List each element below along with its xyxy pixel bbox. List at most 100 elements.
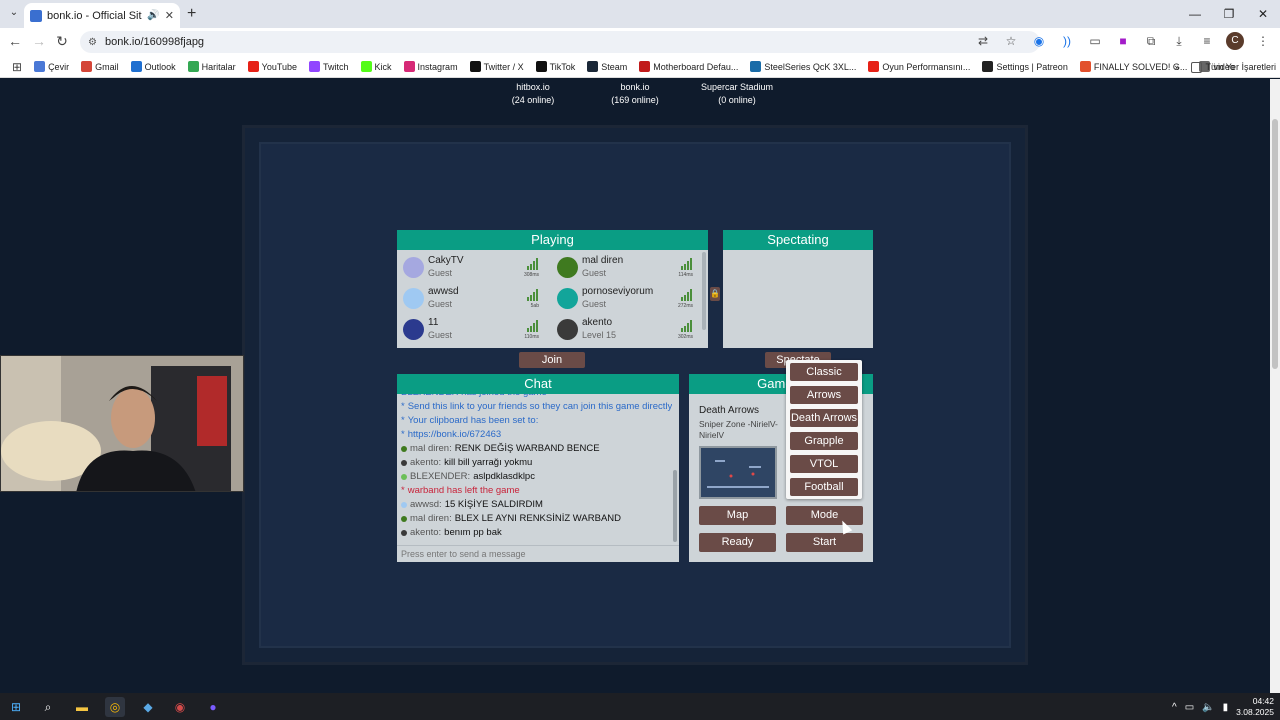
chat-text: RENK DEĞİŞ WARBAND BENCE — [454, 443, 600, 454]
bookmark-item[interactable]: Instagram — [400, 57, 462, 77]
player-ping: 302ms — [677, 334, 693, 340]
bookmark-item[interactable]: Steam — [583, 57, 631, 77]
player-entry[interactable]: mal diren Guest 114ms — [551, 252, 701, 282]
mode-option-classic[interactable]: Classic — [790, 363, 858, 381]
browser-tab[interactable]: bonk.io - Official Site: Play I 🔊 ✕ — [24, 3, 180, 28]
translate-icon[interactable]: ⇄ — [974, 32, 992, 50]
profile-avatar[interactable]: C — [1226, 32, 1244, 50]
close-window-button[interactable]: ✕ — [1246, 0, 1280, 28]
app-icon-2[interactable]: ● — [203, 697, 223, 717]
server-hitbox[interactable]: hitbox.io (24 online) — [503, 81, 563, 107]
search-icon[interactable]: ⌕ — [38, 697, 58, 717]
bookmark-item[interactable]: YouTube — [244, 57, 301, 77]
chat-text: kill bill yarrağı yokmu — [444, 457, 533, 468]
player-list-scrollbar[interactable] — [702, 252, 706, 330]
bookmark-item[interactable]: Oyun Performansını... — [864, 57, 974, 77]
tab-search-icon[interactable]: ⌄ — [6, 5, 22, 21]
windows-start-icon[interactable]: ⊞ — [6, 697, 26, 717]
new-tab-button[interactable]: + — [187, 5, 196, 23]
extension-icon[interactable]: ◉ — [1030, 32, 1048, 50]
bookmark-item[interactable]: Outlook — [127, 57, 180, 77]
player-level: Guest — [428, 330, 453, 340]
site-info-icon[interactable]: ⚙ — [88, 37, 97, 48]
clock[interactable]: 04:42 3.08.2025 — [1236, 696, 1274, 718]
player-avatar — [403, 288, 424, 309]
player-ping: 110ms — [524, 334, 539, 340]
extension-icon[interactable]: ▭ — [1086, 32, 1104, 50]
bookmarks-more-button[interactable]: » — [1170, 57, 1183, 77]
app-icon[interactable]: ◆ — [138, 697, 158, 717]
chat-text: Send this link to your friends so they c… — [407, 401, 672, 412]
chat-input[interactable]: Press enter to send a message — [397, 545, 679, 562]
download-icon[interactable]: ⤓ — [1170, 32, 1188, 50]
forward-icon[interactable]: → — [30, 33, 48, 49]
player-color-dot — [401, 516, 407, 522]
bookmark-item[interactable]: Settings | Patreon — [978, 57, 1071, 77]
player-entry[interactable]: 11 Guest 110ms — [397, 314, 547, 344]
join-button[interactable]: Join — [519, 352, 585, 368]
battery-icon[interactable]: ▮ — [1223, 702, 1229, 713]
close-tab-icon[interactable]: ✕ — [165, 9, 174, 22]
bookmark-item[interactable]: Gmail — [77, 57, 123, 77]
obs-icon[interactable]: ◉ — [170, 697, 190, 717]
address-bar[interactable]: ⚙ bonk.io/160998fjapg — [80, 31, 1040, 53]
speaker-icon[interactable]: 🔊 — [147, 10, 159, 21]
extension-icon[interactable]: )) — [1058, 32, 1076, 50]
signal-icon — [527, 289, 539, 301]
server-list: hitbox.io (24 online) bonk.io (169 onlin… — [0, 79, 1270, 109]
player-color-dot — [401, 446, 407, 452]
bookmark-item[interactable]: Motherboard Defau... — [635, 57, 742, 77]
mode-option-death-arrows[interactable]: Death Arrows — [790, 409, 858, 427]
server-supercar[interactable]: Supercar Stadium (0 online) — [697, 81, 777, 107]
bookmark-favicon-icon — [868, 61, 880, 72]
back-icon[interactable]: ← — [6, 33, 24, 49]
page-scrollbar-thumb[interactable] — [1272, 119, 1278, 369]
bookmark-item[interactable]: TikTok — [532, 57, 580, 77]
server-bonk[interactable]: bonk.io (169 online) — [600, 81, 670, 107]
bookmark-item[interactable]: Twitch — [305, 57, 353, 77]
lock-icon[interactable]: 🔒 — [710, 287, 720, 301]
player-entry[interactable]: akento Level 15 302ms — [551, 314, 701, 344]
mode-button[interactable]: Mode — [786, 506, 863, 525]
extension-icon[interactable]: ■ — [1114, 32, 1132, 50]
menu-kebab-icon[interactable]: ⋮ — [1254, 32, 1272, 50]
playing-panel: Playing CakyTV Guest 308ms mal diren Guest 11… — [397, 230, 708, 348]
bookmark-star-icon[interactable]: ☆ — [1002, 32, 1020, 50]
apps-grid-icon[interactable]: ⊞ — [8, 57, 26, 77]
mode-option-grapple[interactable]: Grapple — [790, 432, 858, 450]
mode-option-vtol[interactable]: VTOL — [790, 455, 858, 473]
bookmark-item[interactable]: Haritalar — [184, 57, 240, 77]
ready-button[interactable]: Ready — [699, 533, 776, 552]
map-button[interactable]: Map — [699, 506, 776, 525]
bookmark-item[interactable]: SteelSeries QcK 3XL... — [746, 57, 860, 77]
player-entry[interactable]: awwsd Guest 5ab — [397, 283, 547, 313]
bookmark-favicon-icon — [187, 61, 199, 72]
file-explorer-icon[interactable]: ▬ — [72, 697, 92, 717]
chat-scrollbar[interactable] — [673, 470, 677, 542]
reload-icon[interactable]: ↻ — [53, 33, 71, 50]
mode-option-football[interactable]: Football — [790, 478, 858, 496]
chrome-icon[interactable]: ◎ — [105, 697, 125, 717]
player-avatar — [557, 288, 578, 309]
all-bookmarks-folder[interactable]: Tüm Yer İşaretleri — [1187, 57, 1280, 77]
tray-chevron-icon[interactable]: ^ — [1172, 702, 1177, 713]
start-button[interactable]: Start — [786, 533, 863, 552]
bookmark-item[interactable]: Twitter / X — [466, 57, 528, 77]
bookmark-item[interactable]: Kick — [357, 57, 396, 77]
page-scrollbar[interactable] — [1270, 79, 1280, 693]
volume-icon[interactable]: 🔈 — [1202, 702, 1214, 713]
media-icon[interactable]: ≡ — [1198, 32, 1216, 50]
player-entry[interactable]: pornoseviyorum Guest 272ms — [551, 283, 701, 313]
network-icon[interactable]: ▭ — [1185, 702, 1194, 713]
map-preview[interactable] — [699, 446, 777, 499]
chat-author: awwsd: — [410, 499, 442, 510]
mode-option-arrows[interactable]: Arrows — [790, 386, 858, 404]
extensions-puzzle-icon[interactable]: ⧉ — [1142, 32, 1160, 50]
signal-icon — [681, 258, 693, 270]
bookmark-item[interactable]: Çevir — [30, 57, 73, 77]
bookmark-favicon-icon — [309, 61, 321, 72]
minimize-button[interactable]: — — [1178, 0, 1212, 28]
player-entry[interactable]: CakyTV Guest 308ms — [397, 252, 547, 282]
restore-button[interactable]: ❐ — [1212, 0, 1246, 28]
player-avatar — [557, 319, 578, 340]
